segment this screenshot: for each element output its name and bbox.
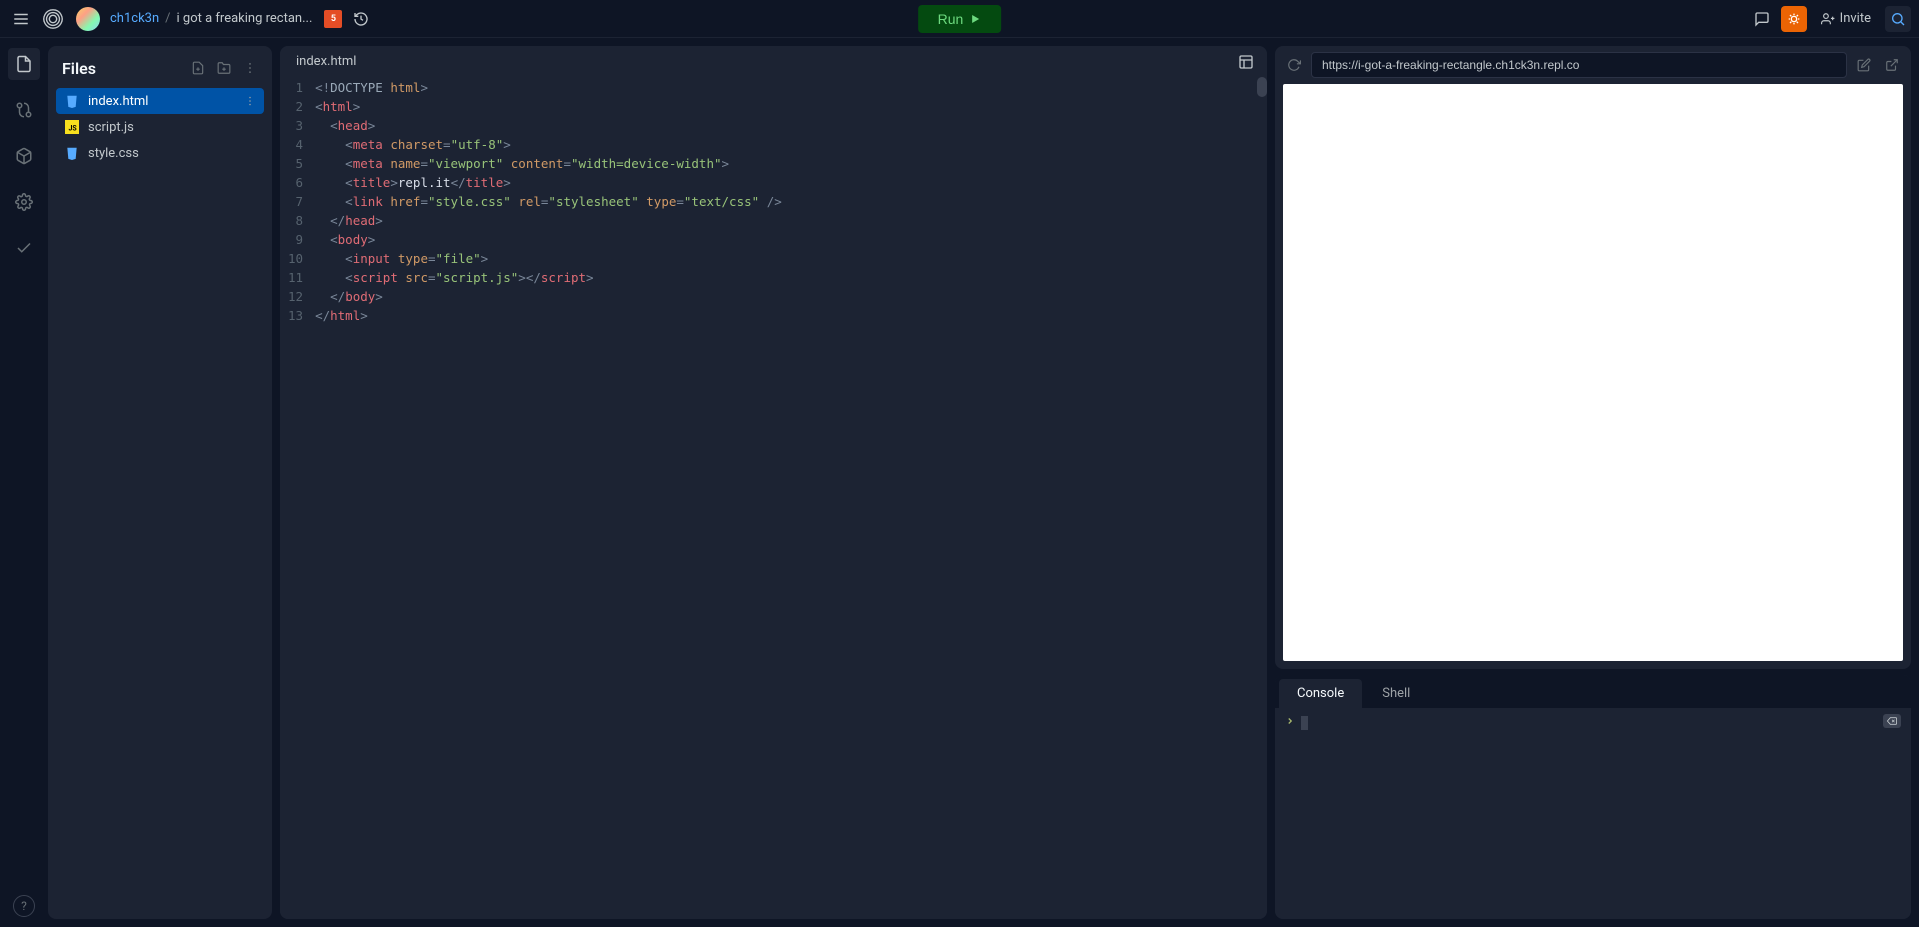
editor-tab[interactable]: index.html [280, 46, 373, 77]
open-new-tab-button[interactable] [1881, 54, 1903, 76]
rail-settings[interactable] [8, 186, 40, 218]
reload-button[interactable] [1283, 54, 1305, 76]
line-gutter: 12345678910111213 [280, 77, 315, 919]
files-title: Files [62, 59, 182, 78]
run-label: Run [938, 11, 964, 27]
topbar-right: Invite [1749, 6, 1911, 32]
svg-text:JS: JS [69, 125, 78, 133]
console-body[interactable] [1275, 708, 1911, 919]
tab-console[interactable]: Console [1279, 679, 1362, 708]
file-html-icon [64, 93, 80, 109]
scrollbar[interactable] [1257, 77, 1267, 919]
file-name: style.css [88, 146, 139, 161]
html5-badge-icon: 5 [324, 10, 342, 28]
new-file-button[interactable] [188, 58, 208, 78]
editor-tabs: index.html [280, 46, 1267, 77]
rail-files[interactable] [8, 48, 40, 80]
user-avatar[interactable] [76, 7, 100, 31]
file-row-index-html[interactable]: index.html [56, 88, 264, 114]
files-header: Files [48, 46, 272, 88]
rail-packages[interactable] [8, 140, 40, 172]
topbar-center: Run [918, 5, 1002, 33]
new-folder-button[interactable] [214, 58, 234, 78]
files-panel: Files index.html JS script.js style.css [48, 46, 272, 919]
file-row-style-css[interactable]: style.css [56, 140, 264, 166]
rail-vcs[interactable] [8, 94, 40, 126]
bug-report-button[interactable] [1781, 6, 1807, 32]
file-more-button[interactable] [244, 95, 256, 107]
menu-button[interactable] [8, 6, 34, 32]
file-row-script-js[interactable]: JS script.js [56, 114, 264, 140]
tab-shell[interactable]: Shell [1364, 679, 1428, 708]
invite-label: Invite [1840, 11, 1871, 26]
main: ? Files index.html JS script.js style.css i… [0, 38, 1919, 927]
search-icon [1890, 11, 1906, 27]
breadcrumb-user[interactable]: ch1ck3n [110, 11, 159, 26]
invite-button[interactable]: Invite [1813, 7, 1879, 30]
editor-layout-button[interactable] [1233, 49, 1259, 75]
run-button[interactable]: Run [918, 5, 1002, 33]
breadcrumb-sep: / [165, 11, 170, 26]
history-button[interactable] [348, 6, 374, 32]
edit-url-button[interactable] [1853, 54, 1875, 76]
play-icon [969, 13, 981, 25]
topbar: ch1ck3n / i got a freaking rectan... 5 R… [0, 0, 1919, 38]
breadcrumb-project[interactable]: i got a freaking rectan... [177, 11, 313, 26]
right-pane: Console Shell [1275, 46, 1911, 919]
preview-panel [1275, 46, 1911, 669]
file-js-icon: JS [64, 119, 80, 135]
console-panel: Console Shell [1275, 675, 1911, 919]
replit-logo-icon[interactable] [40, 6, 66, 32]
file-list: index.html JS script.js style.css [48, 88, 272, 166]
help-button[interactable]: ? [13, 895, 35, 917]
search-button[interactable] [1885, 6, 1911, 32]
scrollbar-thumb[interactable] [1257, 77, 1267, 97]
chat-button[interactable] [1749, 6, 1775, 32]
user-plus-icon [1821, 12, 1835, 26]
editor-body[interactable]: 12345678910111213 <!DOCTYPE html><html> … [280, 77, 1267, 919]
rail-check[interactable] [8, 232, 40, 264]
file-name: script.js [88, 120, 134, 135]
url-bar [1275, 46, 1911, 84]
console-tabs: Console Shell [1275, 675, 1911, 708]
code-area[interactable]: <!DOCTYPE html><html> <head> <meta chars… [315, 77, 1257, 919]
files-more-button[interactable] [240, 58, 260, 78]
editor-panel: index.html 12345678910111213 <!DOCTYPE h… [280, 46, 1267, 919]
preview-frame[interactable] [1283, 84, 1903, 661]
file-name: index.html [88, 94, 148, 109]
console-clear-button[interactable] [1883, 714, 1901, 728]
breadcrumb: ch1ck3n / i got a freaking rectan... [110, 11, 312, 26]
preview-url-input[interactable] [1311, 52, 1847, 78]
file-css-icon [64, 145, 80, 161]
console-cursor [1301, 716, 1308, 730]
left-rail: ? [0, 38, 48, 927]
console-prompt-icon [1285, 716, 1295, 726]
